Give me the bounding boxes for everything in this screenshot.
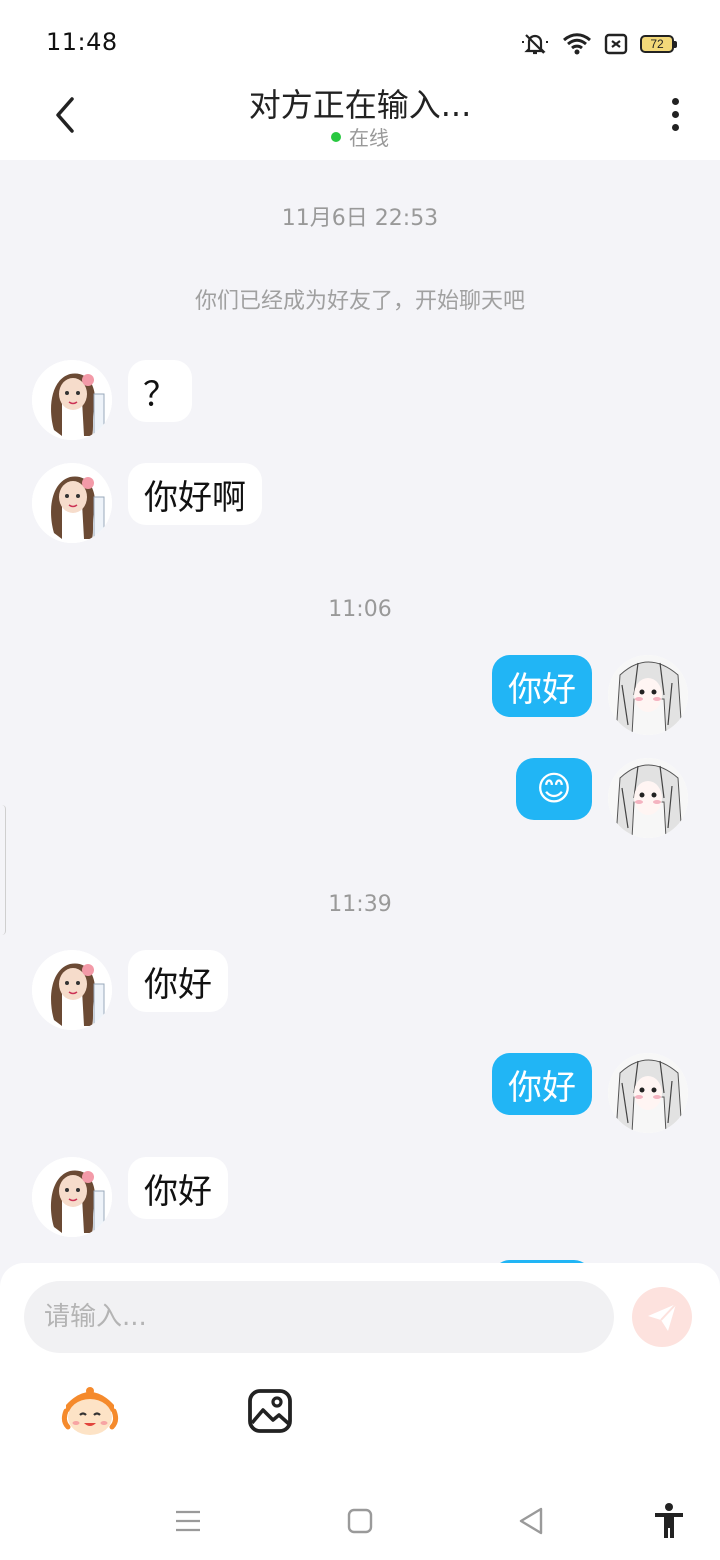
more-dot	[671, 97, 679, 105]
contact-avatar-image	[32, 360, 112, 440]
contact-avatar[interactable]	[32, 1157, 112, 1237]
system-message: 你们已经成为好友了，开始聊天吧	[194, 289, 525, 314]
status-time: 11:48	[46, 28, 118, 56]
send-button[interactable]	[632, 1287, 692, 1347]
message-bubble-incoming[interactable]: 你好	[128, 950, 228, 1012]
back-nav-button[interactable]	[511, 1501, 551, 1541]
message-row-incoming: 你好啊	[0, 463, 720, 547]
status-bar: 11:48 72	[0, 0, 720, 80]
message-bubble-incoming[interactable]: 你好啊	[128, 463, 262, 525]
user-avatar-image	[608, 758, 688, 838]
home-square-icon	[347, 1508, 373, 1534]
home-button[interactable]	[340, 1501, 380, 1541]
menu-button[interactable]	[168, 1501, 208, 1541]
user-avatar[interactable]	[608, 758, 688, 838]
message-row-incoming: 你好	[0, 1157, 720, 1241]
system-nav-bar	[0, 1493, 720, 1560]
image-icon	[248, 1389, 292, 1433]
contact-avatar-image	[32, 463, 112, 543]
menu-icon	[176, 1510, 200, 1532]
more-dot	[671, 123, 679, 131]
timestamp: 11:39	[328, 892, 392, 917]
message-row-outgoing: 你好	[0, 655, 720, 739]
wifi-icon	[563, 33, 591, 55]
more-dot	[671, 110, 679, 118]
user-avatar-image	[608, 655, 688, 735]
input-panel	[0, 1263, 720, 1493]
message-bubble-outgoing[interactable]: 😊	[516, 758, 592, 820]
more-options-button[interactable]	[660, 92, 690, 136]
message-row-outgoing: 你好	[0, 1053, 720, 1137]
chat-message-list[interactable]: 11月6日 22:53 你们已经成为好友了，开始聊天吧 ？ 你好啊 11:06 …	[0, 160, 720, 1265]
contact-avatar-image	[32, 1157, 112, 1237]
back-triangle-icon	[519, 1507, 543, 1535]
online-status: 在线	[0, 122, 720, 151]
chat-title: 对方正在输入...	[248, 86, 472, 124]
message-bubble-incoming[interactable]: 你好	[128, 1157, 228, 1219]
online-dot-icon	[331, 131, 341, 142]
mute-bell-icon	[522, 34, 548, 55]
timestamp: 11月6日 22:53	[281, 206, 439, 231]
accessibility-icon	[655, 1503, 683, 1538]
battery-icon: 72	[640, 35, 677, 53]
user-avatar-image	[608, 1053, 688, 1133]
contact-avatar[interactable]	[32, 463, 112, 543]
message-row-outgoing: 😊	[0, 758, 720, 842]
accessibility-button[interactable]	[649, 1501, 689, 1541]
emoji-button[interactable]	[60, 1383, 120, 1439]
message-row-incoming: 你好	[0, 950, 720, 1034]
image-button[interactable]	[246, 1387, 294, 1435]
online-status-label: 在线	[349, 126, 389, 150]
contact-avatar[interactable]	[32, 950, 112, 1030]
status-icons: 72	[520, 30, 677, 58]
message-bubble-outgoing[interactable]: 你好	[492, 655, 592, 717]
contact-avatar-image	[32, 950, 112, 1030]
sim-card-icon	[604, 33, 628, 55]
message-bubble-outgoing[interactable]: 你好	[492, 1053, 592, 1115]
user-avatar[interactable]	[608, 1053, 688, 1133]
message-input[interactable]	[24, 1281, 614, 1353]
user-avatar[interactable]	[608, 655, 688, 735]
edge-swipe-handle[interactable]	[0, 805, 6, 935]
chat-header: 对方正在输入... 在线	[0, 80, 720, 160]
timestamp: 11:06	[328, 597, 392, 622]
message-bubble-incoming[interactable]: ？	[128, 360, 192, 422]
mascot-emoji-icon	[61, 1387, 119, 1435]
paper-plane-icon	[648, 1303, 677, 1331]
contact-avatar[interactable]	[32, 360, 112, 440]
message-row-incoming: ？	[0, 360, 720, 444]
